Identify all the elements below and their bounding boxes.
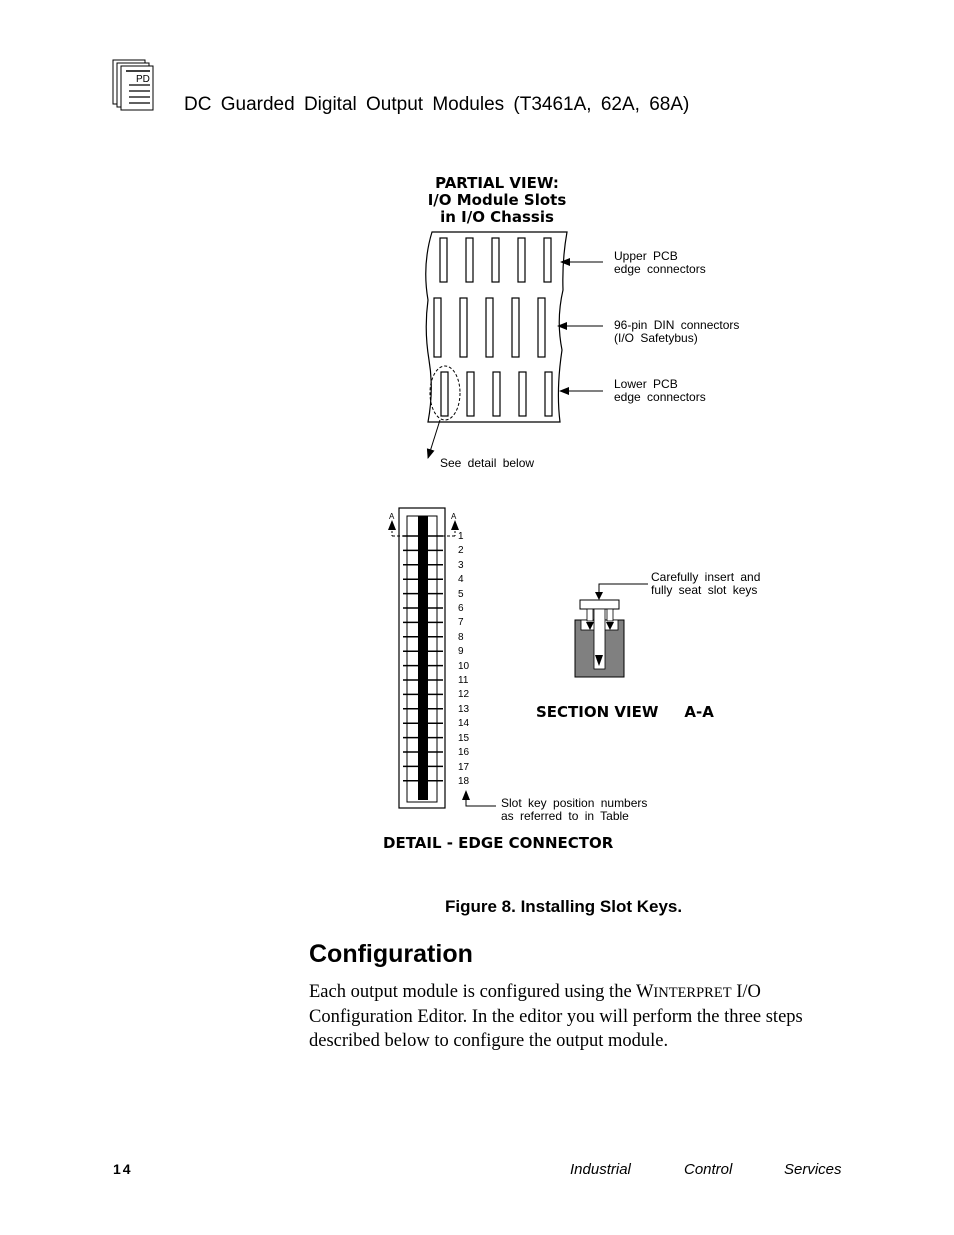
- position-number: 14: [458, 718, 470, 730]
- position-number: 8: [458, 631, 464, 643]
- position-number: 18: [458, 775, 470, 787]
- position-number: 4: [458, 574, 464, 586]
- footer-word: Services: [784, 1161, 842, 1178]
- footer-word: Control: [684, 1161, 733, 1178]
- section-heading: Configuration: [309, 940, 473, 968]
- position-number: 13: [458, 703, 470, 715]
- callout-insert-keys: Carefully insert and fully seat slot keys: [651, 570, 761, 597]
- position-number: 3: [458, 559, 464, 571]
- callout-position-numbers: Slot key position numbers as referred to …: [501, 796, 648, 823]
- callout-lower-pcb: Lower PCB edge connectors: [614, 377, 706, 404]
- edge-connector-detail: A A: [388, 507, 496, 809]
- partial-view-title: PARTIAL VIEW: I/O Module Slots in I/O Ch…: [427, 174, 567, 226]
- position-number: 16: [458, 747, 470, 759]
- position-number: 2: [458, 545, 464, 557]
- figure-caption: Figure 8. Installing Slot Keys.: [445, 897, 683, 916]
- section-view-title: SECTION VIEW A-A: [536, 703, 714, 721]
- position-number: 10: [458, 660, 470, 672]
- position-number: 1: [458, 531, 464, 542]
- detail-edge-connector-title: DETAIL - EDGE CONNECTOR: [383, 834, 614, 852]
- position-number: 7: [458, 617, 464, 629]
- callout-upper-pcb: Upper PCB edge connectors: [614, 249, 706, 276]
- position-number: 11: [458, 675, 469, 687]
- chassis-partial-view: [425, 231, 603, 459]
- page-number: 14: [113, 1161, 133, 1177]
- position-number: 12: [458, 689, 470, 701]
- slot-keys-diagram: A A: [388, 231, 648, 809]
- position-number: 15: [458, 732, 470, 744]
- slot-key-position-numbers: 1 2 3 4 5 6 7 8 9 10 11 12 13 14 15 16 17 18: [458, 530, 469, 789]
- body-paragraph: Each output module is configured using t…: [309, 982, 803, 1051]
- section-marker-right: A: [451, 512, 457, 521]
- see-detail-label: See detail below: [440, 456, 535, 470]
- section-view-a-a: [574, 583, 648, 678]
- section-marker-left: A: [389, 512, 395, 521]
- position-number: 17: [458, 761, 470, 773]
- position-number: 5: [458, 588, 464, 600]
- footer-word: Industrial: [570, 1161, 631, 1178]
- position-number: 9: [458, 646, 464, 658]
- callout-din-connectors: 96-pin DIN connectors (I/O Safetybus): [614, 318, 740, 345]
- position-number: 6: [458, 603, 464, 615]
